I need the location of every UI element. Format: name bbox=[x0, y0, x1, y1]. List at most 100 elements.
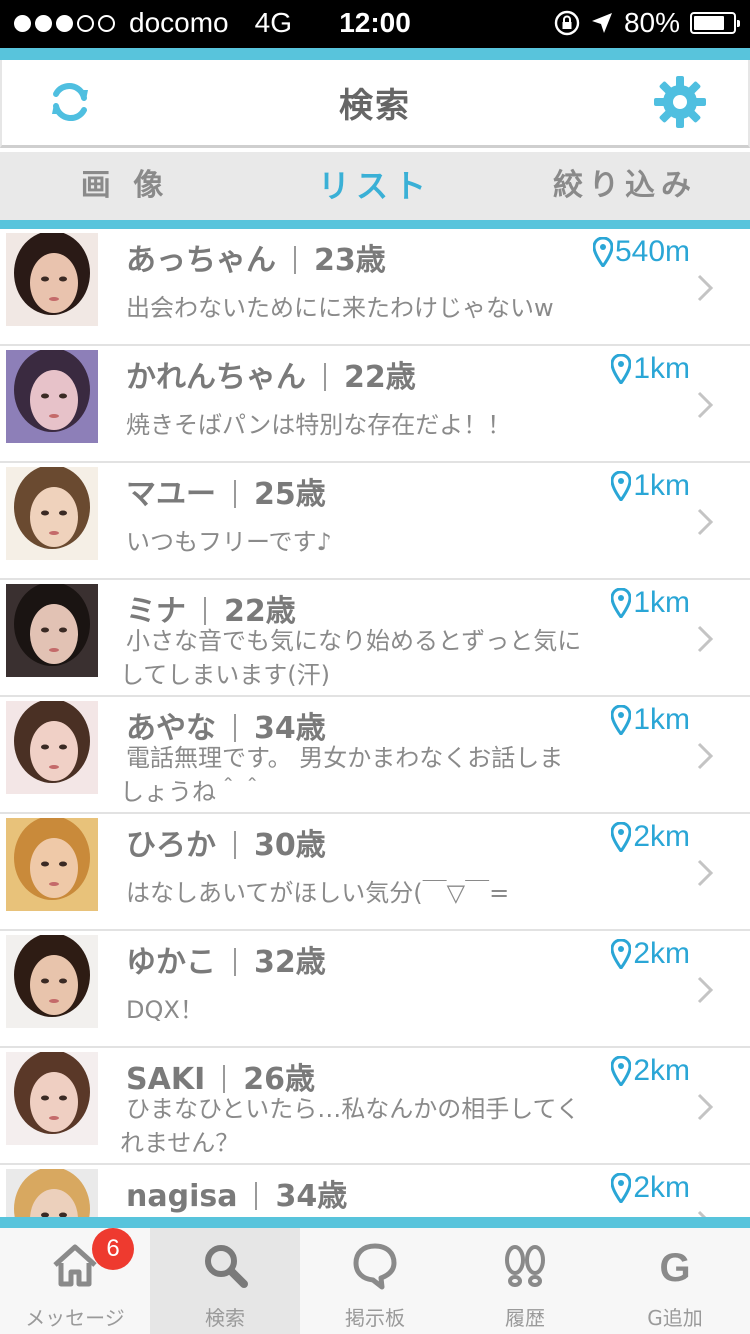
profile-name: かれんちゃん bbox=[126, 360, 306, 395]
profile-photo[interactable] bbox=[6, 467, 98, 560]
profile-distance: 1km bbox=[611, 352, 690, 386]
photo-placeholder bbox=[6, 467, 98, 560]
profile-message: ひまなひといたら…私なんかの相手してくれません？ bbox=[120, 1092, 650, 1160]
search-icon bbox=[205, 1245, 248, 1288]
distance-value: 540m bbox=[614, 235, 690, 268]
profile-row[interactable]: ゆかこ 32歳 2km DQX！ bbox=[0, 931, 750, 1048]
chevron-right-icon bbox=[697, 976, 714, 1004]
location-arrow-icon bbox=[591, 13, 612, 33]
chevron-right-icon bbox=[697, 859, 714, 887]
profile-age: 34歳 bbox=[275, 1179, 348, 1214]
nav-label: 検索 bbox=[205, 1306, 245, 1330]
location-pin-icon bbox=[611, 1173, 632, 1203]
photo-placeholder bbox=[6, 1169, 98, 1217]
header-bar: 検索 bbox=[0, 60, 750, 148]
profile-age: 25歳 bbox=[254, 477, 326, 512]
profile-name: ゆかこ bbox=[126, 945, 216, 980]
status-bar: docomo 4G 12:00 80% bbox=[0, 0, 750, 48]
separator bbox=[234, 831, 236, 859]
nav-label: G追加 bbox=[647, 1306, 703, 1330]
message-line: れません？ bbox=[120, 1129, 240, 1157]
message-line: 出会わないためにに来たわけじゃないw bbox=[126, 294, 554, 322]
separator bbox=[324, 363, 326, 391]
profile-photo[interactable] bbox=[6, 818, 98, 911]
message-line: DQX！ bbox=[126, 996, 204, 1024]
profile-message: 焼きそばパンは特別な存在だよ！！ bbox=[120, 408, 650, 442]
profile-row[interactable]: nagisa 34歳 2km bbox=[0, 1165, 750, 1217]
bottom-nav: 6 メッセージ 検索 掲示板 履歴 G G追加 bbox=[0, 1228, 750, 1334]
profile-photo[interactable] bbox=[6, 1169, 98, 1217]
profile-age: 22歳 bbox=[344, 360, 416, 395]
distance-value: 2km bbox=[633, 1054, 690, 1087]
profile-age: 23歳 bbox=[314, 243, 386, 278]
profile-age: 30歳 bbox=[254, 828, 326, 863]
accent-strip-top bbox=[0, 48, 750, 60]
photo-placeholder bbox=[6, 350, 98, 443]
profile-photo[interactable] bbox=[6, 1052, 98, 1145]
profile-row[interactable]: ひろか 30歳 2km はなしあいてがほしい気分(￣▽￣= bbox=[0, 814, 750, 931]
profile-photo[interactable] bbox=[6, 350, 98, 443]
message-line: ひまなひといたら…私なんかの相手してく bbox=[126, 1095, 580, 1123]
profile-message: 出会わないためにに来たわけじゃないw bbox=[120, 291, 650, 325]
profile-message: 小さな音でも気になり始めるとずっと気に してしまいます(汗) bbox=[120, 624, 650, 692]
photo-placeholder bbox=[6, 935, 98, 1028]
message-line: 小さな音でも気になり始めるとずっと気に bbox=[126, 627, 582, 655]
profile-message: いつもフリーです♪ bbox=[120, 525, 650, 559]
profile-message: はなしあいてがほしい気分(￣▽￣= bbox=[120, 876, 650, 910]
view-tabs: 画 像 リスト 絞り込み bbox=[0, 152, 750, 220]
nav-g-add[interactable]: G G追加 bbox=[600, 1228, 750, 1334]
location-pin-icon bbox=[611, 588, 632, 618]
nav-history[interactable]: 履歴 bbox=[450, 1228, 600, 1334]
profile-name-line: ゆかこ 32歳 bbox=[126, 937, 326, 981]
profile-row[interactable]: SAKI 26歳 2km ひまなひといたら…私なんかの相手してく れません？ bbox=[0, 1048, 750, 1165]
location-pin-icon bbox=[611, 1056, 632, 1086]
chevron-right-icon bbox=[697, 274, 714, 302]
battery-fill bbox=[694, 16, 725, 30]
location-pin-icon bbox=[592, 237, 613, 267]
profile-row[interactable]: あやな 34歳 1km 電話無理です。 男女かまわなくお話しま しょうね＾＾ bbox=[0, 697, 750, 814]
message-line: はなしあいてがほしい気分(￣▽￣= bbox=[126, 879, 510, 907]
profile-age: 32歳 bbox=[254, 945, 326, 980]
profile-photo[interactable] bbox=[6, 584, 98, 677]
profile-photo[interactable] bbox=[6, 935, 98, 1028]
message-line: いつもフリーです♪ bbox=[126, 528, 332, 556]
nav-search[interactable]: 検索 bbox=[150, 1228, 300, 1334]
profile-photo[interactable] bbox=[6, 233, 98, 326]
photo-placeholder bbox=[6, 233, 98, 326]
footprints-icon bbox=[505, 1245, 545, 1287]
profile-list: あっちゃん 23歳 540m 出会わないためにに来たわけじゃないw かれんちゃん 22歳 1… bbox=[0, 229, 750, 1217]
speech-bubble-icon bbox=[353, 1243, 397, 1290]
profile-name-line: ひろか 30歳 bbox=[126, 820, 326, 864]
separator bbox=[234, 480, 236, 508]
location-pin-icon bbox=[611, 471, 632, 501]
tab-list[interactable]: リスト bbox=[250, 152, 500, 220]
profile-row[interactable]: かれんちゃん 22歳 1km 焼きそばパンは特別な存在だよ！！ bbox=[0, 346, 750, 463]
nav-messages[interactable]: 6 メッセージ bbox=[0, 1228, 150, 1334]
nav-label: 掲示板 bbox=[345, 1306, 405, 1330]
nav-board[interactable]: 掲示板 bbox=[300, 1228, 450, 1334]
separator bbox=[294, 246, 296, 274]
profile-distance: 540m bbox=[592, 235, 690, 269]
tab-image[interactable]: 画 像 bbox=[0, 152, 250, 220]
chevron-right-icon bbox=[697, 391, 714, 419]
gear-icon[interactable] bbox=[652, 74, 708, 130]
chevron-right-icon bbox=[697, 1210, 707, 1217]
profile-photo[interactable] bbox=[6, 701, 98, 794]
distance-value: 1km bbox=[633, 703, 690, 736]
location-pin-icon bbox=[611, 822, 632, 852]
message-line: 電話無理です。 男女かまわなくお話しま bbox=[126, 744, 564, 772]
photo-placeholder bbox=[6, 1052, 98, 1145]
separator bbox=[255, 1182, 258, 1210]
profile-row[interactable]: マユー 25歳 1km いつもフリーです♪ bbox=[0, 463, 750, 580]
profile-name-line: nagisa 34歳 bbox=[126, 1171, 347, 1215]
profile-name: マユー bbox=[126, 477, 216, 512]
location-pin-icon bbox=[611, 705, 632, 735]
profile-distance: 2km bbox=[611, 820, 690, 854]
profile-row[interactable]: あっちゃん 23歳 540m 出会わないためにに来たわけじゃないw bbox=[0, 229, 750, 346]
separator bbox=[204, 597, 206, 625]
tab-filter[interactable]: 絞り込み bbox=[500, 152, 750, 220]
profile-row[interactable]: ミナ 22歳 1km 小さな音でも気になり始めるとずっと気に してしまいます(汗) bbox=[0, 580, 750, 697]
location-pin-icon bbox=[611, 939, 632, 969]
distance-value: 2km bbox=[633, 820, 690, 853]
profile-distance: 2km bbox=[611, 1171, 690, 1205]
